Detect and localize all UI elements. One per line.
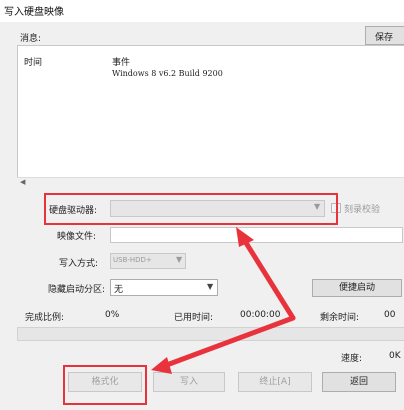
- arrowhead-drive: [236, 227, 254, 247]
- arrowhead-format: [151, 357, 172, 374]
- annotation-arrow-to-drive: [240, 235, 296, 321]
- annotation-arrows: [151, 227, 296, 374]
- annotation-arrow-to-format: [161, 315, 296, 369]
